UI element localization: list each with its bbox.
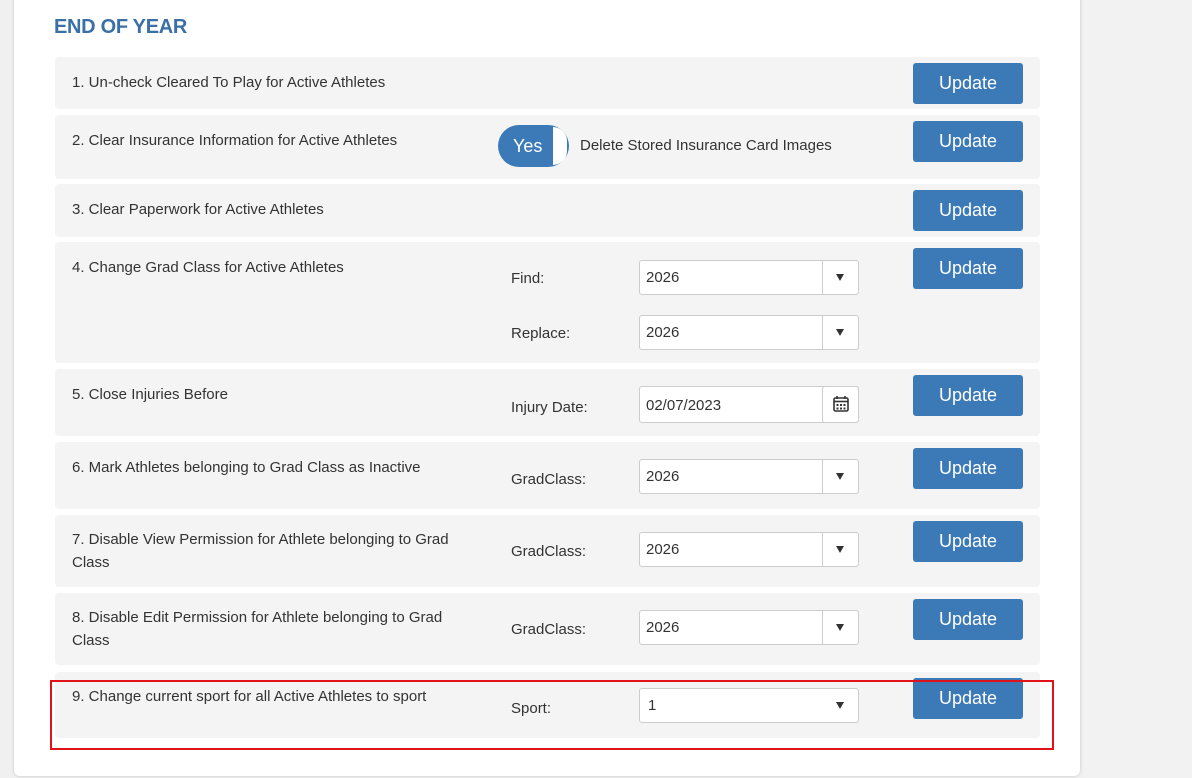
eoy-row-2: 2. Clear Insurance Information for Activ… xyxy=(55,115,1040,179)
dropdown-toggle xyxy=(822,316,858,349)
dropdown-toggle xyxy=(822,533,858,566)
chevron-down-icon xyxy=(836,274,844,281)
eoy-row-7: 7. Disable View Permission for Athlete b… xyxy=(55,515,1040,587)
row-label: 6. Mark Athletes belonging to Grad Class… xyxy=(72,459,421,476)
injury-date-input[interactable]: 02/07/2023 xyxy=(639,386,859,423)
update-button-4[interactable]: Update xyxy=(913,248,1023,289)
select-value: 2026 xyxy=(646,541,680,558)
find-grad-class-select[interactable]: 2026 xyxy=(639,260,859,295)
eoy-row-8: 8. Disable Edit Permission for Athlete b… xyxy=(55,593,1040,665)
toggle-yes-label: Yes xyxy=(513,136,543,156)
row-label: 7. Disable View Permission for Athlete b… xyxy=(72,531,449,571)
select-value: 2026 xyxy=(646,468,680,485)
row-label: 4. Change Grad Class for Active Athletes xyxy=(72,259,344,276)
date-value: 02/07/2023 xyxy=(646,397,722,414)
chevron-down-icon xyxy=(836,473,844,480)
update-button-3[interactable]: Update xyxy=(913,190,1023,231)
dropdown-toggle xyxy=(822,611,858,644)
update-button-8[interactable]: Update xyxy=(913,599,1023,640)
dropdown-toggle xyxy=(822,261,858,294)
select-value: 2026 xyxy=(646,619,680,636)
gradclass-label: GradClass: xyxy=(511,621,587,638)
eoy-row-4: 4. Change Grad Class for Active Athletes… xyxy=(55,242,1040,363)
delete-insurance-images-toggle[interactable]: Yes xyxy=(498,125,569,167)
select-value: 2026 xyxy=(646,324,680,341)
gradclass-select[interactable]: 2026 xyxy=(639,459,859,494)
row-label: 1. Un-check Cleared To Play for Active A… xyxy=(72,74,386,91)
injury-date-label: Injury Date: xyxy=(511,399,588,416)
eoy-row-5: 5. Close Injuries Before Injury Date: 02… xyxy=(55,369,1040,436)
select-value: 2026 xyxy=(646,269,680,286)
replace-grad-class-select[interactable]: 2026 xyxy=(639,315,859,350)
toggle-label: Delete Stored Insurance Card Images xyxy=(580,137,832,154)
calendar-button[interactable] xyxy=(822,386,859,423)
update-button-2[interactable]: Update xyxy=(913,121,1023,162)
gradclass-select[interactable]: 2026 xyxy=(639,610,859,645)
row-label: 8. Disable Edit Permission for Athlete b… xyxy=(72,609,443,649)
row-label: 2. Clear Insurance Information for Activ… xyxy=(72,132,398,149)
gradclass-select[interactable]: 2026 xyxy=(639,532,859,567)
update-button-1[interactable]: Update xyxy=(913,63,1023,104)
row-label: 5. Close Injuries Before xyxy=(72,386,228,403)
chevron-down-icon xyxy=(836,546,844,553)
chevron-down-icon xyxy=(836,624,844,631)
update-button-7[interactable]: Update xyxy=(913,521,1023,562)
gradclass-label: GradClass: xyxy=(511,471,587,488)
eoy-row-6: 6. Mark Athletes belonging to Grad Class… xyxy=(55,442,1040,509)
replace-label: Replace: xyxy=(511,325,571,342)
highlight-box xyxy=(50,680,1054,750)
chevron-down-icon xyxy=(836,329,844,336)
eoy-row-1: 1. Un-check Cleared To Play for Active A… xyxy=(55,57,1040,109)
update-button-6[interactable]: Update xyxy=(913,448,1023,489)
toggle-knob xyxy=(553,127,567,165)
section-title: END OF YEAR xyxy=(54,16,188,38)
right-pane xyxy=(1083,0,1192,778)
gradclass-label: GradClass: xyxy=(511,543,587,560)
find-label: Find: xyxy=(511,270,545,287)
dropdown-toggle xyxy=(822,460,858,493)
eoy-row-3: 3. Clear Paperwork for Active Athletes U… xyxy=(55,184,1040,237)
row-label: 3. Clear Paperwork for Active Athletes xyxy=(72,201,324,218)
update-button-5[interactable]: Update xyxy=(913,375,1023,416)
calendar-icon xyxy=(833,396,849,412)
